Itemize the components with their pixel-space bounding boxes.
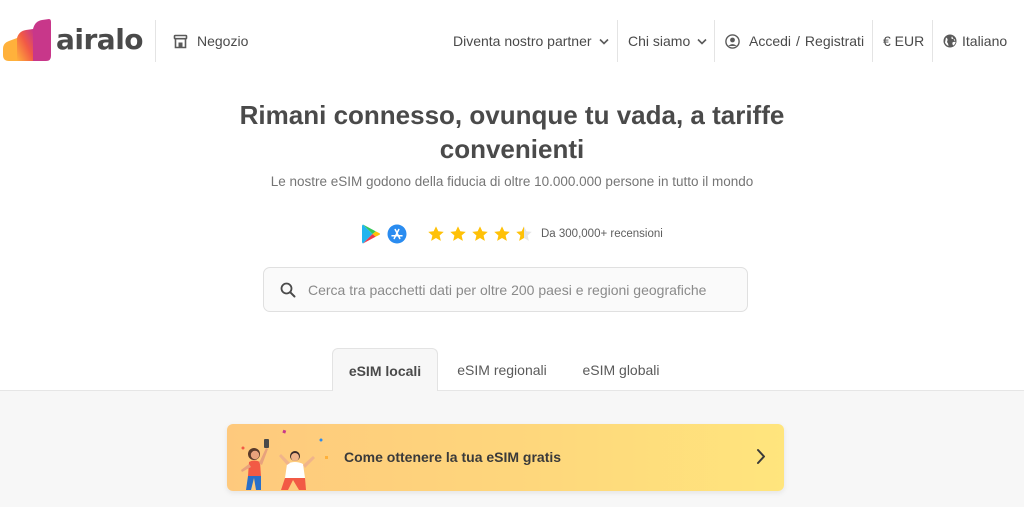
chevron-right-icon — [757, 449, 765, 464]
chevron-down-icon — [697, 38, 707, 45]
search-input[interactable] — [308, 281, 728, 298]
nav-shop[interactable]: Negozio — [173, 27, 248, 55]
star-icon — [472, 226, 488, 241]
register-link[interactable]: Registrati — [805, 33, 864, 49]
free-esim-promo-banner[interactable]: Come ottenere la tua eSIM gratis — [227, 424, 784, 491]
star-icon — [450, 226, 466, 241]
tab-esim-regional[interactable]: eSIM regionali — [446, 348, 558, 391]
reviews-count: Da 300,000+ recensioni — [541, 228, 663, 240]
user-circle-icon — [725, 33, 740, 49]
divider — [872, 20, 873, 62]
language-selector[interactable]: Italiano — [943, 27, 1007, 55]
search-icon — [280, 282, 296, 297]
brand-name: airalo — [56, 23, 144, 56]
search-box[interactable] — [263, 267, 748, 312]
divider — [714, 20, 715, 62]
app-store-icon[interactable] — [387, 224, 407, 244]
globe-icon — [943, 34, 957, 48]
nav-partner-dropdown[interactable]: Diventa nostro partner — [453, 27, 609, 55]
divider — [617, 20, 618, 62]
chevron-down-icon — [598, 38, 609, 45]
tab-esim-global[interactable]: eSIM globali — [568, 348, 674, 391]
currency-selector[interactable]: € EUR — [883, 27, 924, 55]
divider — [155, 20, 156, 62]
nav-partner-label: Diventa nostro partner — [453, 33, 592, 49]
google-play-icon[interactable] — [360, 223, 382, 245]
nav-about-dropdown[interactable]: Chi siamo — [628, 27, 707, 55]
airalo-logo[interactable]: airalo — [3, 19, 144, 61]
hero-subtitle: Le nostre eSIM godono della fiducia di o… — [270, 174, 754, 189]
login-link[interactable]: Accedi — [749, 33, 791, 49]
divider — [932, 20, 933, 62]
nav-about-label: Chi siamo — [628, 33, 691, 49]
store-icon — [173, 34, 188, 48]
rating-stars — [427, 225, 537, 243]
nav-shop-label: Negozio — [197, 33, 249, 49]
nav-login-register[interactable]: Accedi / Registrati — [725, 27, 864, 55]
language-label: Italiano — [962, 33, 1008, 49]
star-icon — [428, 226, 444, 241]
top-navigation: airalo Negozio Diventa nostro partner Ch… — [0, 0, 1024, 82]
celebrating-people-illustration — [241, 429, 328, 490]
tab-esim-local[interactable]: eSIM locali — [332, 348, 438, 392]
page-title: Rimani connesso, ovunque tu vada, a tari… — [239, 100, 785, 164]
rating-row: Da 300,000+ recensioni — [360, 220, 663, 248]
star-half-icon — [516, 226, 532, 241]
currency-label: € EUR — [883, 33, 925, 49]
airalo-logo-icon — [3, 19, 51, 61]
login-separator: / — [796, 33, 800, 49]
promo-label: Come ottenere la tua eSIM gratis — [344, 449, 562, 465]
star-icon — [494, 226, 510, 241]
